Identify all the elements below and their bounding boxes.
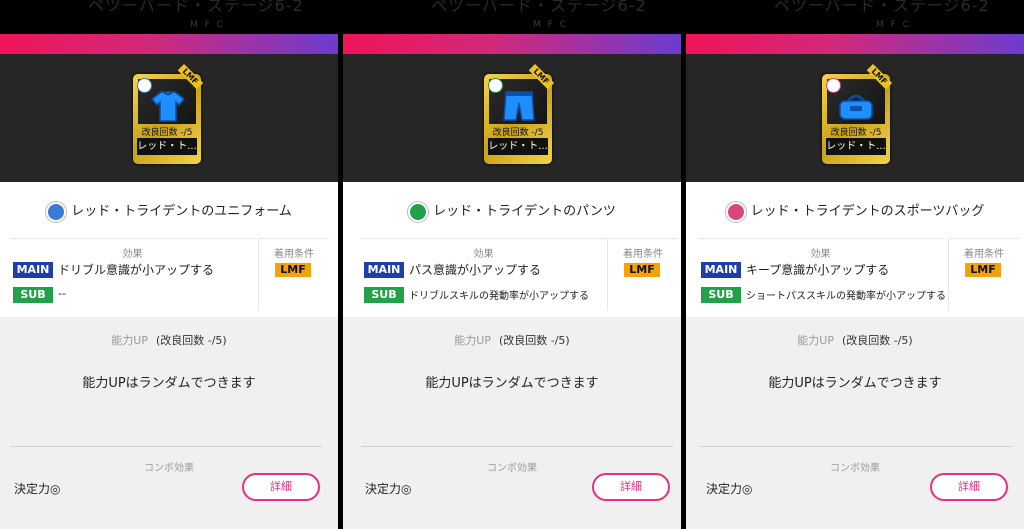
sub-effect-tag: SUB — [364, 287, 404, 303]
item-title: レッド・トライデントのパンツ — [343, 200, 681, 222]
header-ghost-subtext: M F C — [876, 20, 911, 30]
wear-condition-label: 着用条件 — [274, 249, 314, 260]
combo-effect-label: コンボ効果 — [144, 463, 194, 474]
detail-button[interactable]: 詳細 — [242, 473, 320, 501]
ability-up-count: (改良回数 -/5) — [155, 334, 227, 347]
detail-button[interactable]: 詳細 — [592, 473, 670, 501]
shirt-category-icon — [137, 78, 152, 93]
wear-condition-section: 着用条件 LMF — [948, 238, 1019, 311]
main-effect-tag: MAIN — [701, 262, 741, 278]
main-effect-text: キープ意識が小アップする — [746, 263, 890, 277]
item-panel-uniform: ペツーバード・ステージ6-2 M F C LMF 改良回数 -/5 レッド・ト.… — [0, 0, 338, 529]
card-name: レッド・ト... — [137, 138, 197, 155]
item-card[interactable]: LMF 改良回数 -/5 レッド・ト... — [822, 63, 893, 164]
wear-condition-badge: LMF — [965, 263, 1001, 277]
card-upgrade-count: 改良回数 -/5 — [492, 128, 544, 138]
main-effect-text: ドリブル意識が小アップする — [58, 263, 215, 277]
item-hero: LMF 改良回数 -/5 レッド・ト... — [686, 54, 1024, 182]
top-header: ペツーバード・ステージ6-2 M F C — [0, 0, 338, 34]
item-info: レッド・トライデントのユニフォーム 効果 MAIN ドリブル意識が小アップする … — [0, 182, 338, 317]
effects-label: 効果 — [122, 249, 143, 260]
item-hero: LMF 改良回数 -/5 レッド・ト... — [343, 54, 681, 182]
item-panel-pants: ペツーバード・ステージ6-2 M F C LMF 改良回数 -/5 レッド・ト.… — [343, 0, 681, 529]
item-info: レッド・トライデントのパンツ 効果 MAIN パス意識が小アップする SUB ド… — [343, 182, 681, 317]
sub-effect-text: -- — [58, 287, 66, 300]
item-info: レッド・トライデントのスポーツバッグ 効果 MAIN キープ意識が小アップする … — [686, 182, 1024, 317]
effects-label: 効果 — [473, 249, 494, 260]
shirt-icon — [151, 91, 185, 122]
main-effect-tag: MAIN — [364, 262, 404, 278]
effects-label: 効果 — [810, 249, 831, 260]
item-title: レッド・トライデントのスポーツバッグ — [686, 200, 1024, 222]
item-panel-sportsbag: ペツーバード・ステージ6-2 M F C LMF 改良回数 -/5 レッド・ト.… — [686, 0, 1024, 529]
ability-up-text: 能力UPはランダムでつきます — [82, 376, 256, 391]
item-card[interactable]: LMF 改良回数 -/5 レッド・ト... — [484, 63, 555, 164]
ability-up-count: (改良回数 -/5) — [498, 334, 570, 347]
sub-effect-text: ドリブルスキルの発動率が小アップする — [409, 291, 589, 302]
combo-effect-label: コンボ効果 — [487, 463, 537, 474]
wear-condition-section: 着用条件 LMF — [258, 238, 329, 311]
effects-section: 効果 MAIN ドリブル意識が小アップする SUB -- — [10, 238, 255, 311]
detail-button[interactable]: 詳細 — [930, 473, 1008, 501]
ability-up-label: 能力UP — [111, 334, 148, 347]
sub-effect-text: ショートパススキルの発動率が小アップする — [746, 291, 946, 302]
sub-effect-tag: SUB — [701, 287, 741, 303]
ability-up-text: 能力UPはランダムでつきます — [425, 376, 599, 391]
wear-condition-label: 着用条件 — [964, 249, 1004, 260]
combo-effect-text: 決定力◎ — [365, 482, 412, 496]
shorts-category-icon — [408, 201, 429, 222]
top-header: ペツーバード・ステージ6-2 M F C — [686, 0, 1024, 34]
wear-condition-label: 着用条件 — [623, 249, 663, 260]
header-ghost-text: ペツーバード・ステージ6-2 — [88, 0, 304, 15]
shorts-icon — [503, 91, 535, 121]
combo-effect-label: コンボ効果 — [830, 463, 880, 474]
bag-category-icon — [725, 201, 746, 222]
item-title-text: レッド・トライデントのパンツ — [433, 204, 616, 219]
divider — [10, 446, 322, 447]
item-title: レッド・トライデントのユニフォーム — [0, 200, 338, 222]
gradient-band — [343, 34, 681, 54]
card-name: レッド・ト... — [826, 138, 886, 155]
gradient-band — [686, 34, 1024, 54]
wear-condition-badge: LMF — [275, 263, 311, 277]
gradient-band — [0, 34, 338, 54]
top-header: ペツーバード・ステージ6-2 M F C — [343, 0, 681, 34]
ability-up-text: 能力UPはランダムでつきます — [768, 376, 942, 391]
header-ghost-text: ペツーバード・ステージ6-2 — [774, 0, 990, 15]
item-card[interactable]: LMF 改良回数 -/5 レッド・ト... — [133, 63, 204, 164]
main-effect-tag: MAIN — [13, 262, 53, 278]
ability-up-label: 能力UP — [797, 334, 834, 347]
item-title-text: レッド・トライデントのユニフォーム — [71, 204, 292, 219]
ability-up-count: (改良回数 -/5) — [841, 334, 913, 347]
sports-bag-icon — [839, 94, 873, 120]
effects-section: 効果 MAIN キープ意識が小アップする SUB ショートパススキルの発動率が小… — [698, 238, 946, 311]
ability-up-header: 能力UP (改良回数 -/5) — [343, 332, 681, 348]
shirt-category-icon — [46, 201, 67, 222]
divider — [361, 446, 673, 447]
sub-effect-tag: SUB — [13, 287, 53, 303]
item-title-text: レッド・トライデントのスポーツバッグ — [750, 204, 985, 219]
effects-section: 効果 MAIN パス意識が小アップする SUB ドリブルスキルの発動率が小アップ… — [361, 238, 606, 311]
screen-collage: ペツーバード・ステージ6-2 M F C LMF 改良回数 -/5 レッド・ト.… — [0, 0, 1024, 529]
combo-effect-text: 決定力◎ — [706, 482, 753, 496]
ability-up-label: 能力UP — [454, 334, 491, 347]
combo-effect-text: 決定力◎ — [14, 482, 61, 496]
card-name: レッド・ト... — [488, 138, 548, 155]
card-upgrade-count: 改良回数 -/5 — [141, 128, 193, 138]
header-ghost-text: ペツーバード・ステージ6-2 — [431, 0, 647, 15]
wear-condition-badge: LMF — [624, 263, 660, 277]
divider — [700, 446, 1012, 447]
shorts-category-icon — [488, 78, 503, 93]
main-effect-text: パス意識が小アップする — [409, 263, 542, 277]
item-hero: LMF 改良回数 -/5 レッド・ト... — [0, 54, 338, 182]
card-upgrade-count: 改良回数 -/5 — [830, 128, 882, 138]
bag-category-icon — [826, 78, 841, 93]
ability-up-header: 能力UP (改良回数 -/5) — [686, 332, 1024, 348]
wear-condition-section: 着用条件 LMF — [607, 238, 678, 311]
header-ghost-subtext: M F C — [190, 20, 225, 30]
header-ghost-subtext: M F C — [533, 20, 568, 30]
ability-up-header: 能力UP (改良回数 -/5) — [0, 332, 338, 348]
